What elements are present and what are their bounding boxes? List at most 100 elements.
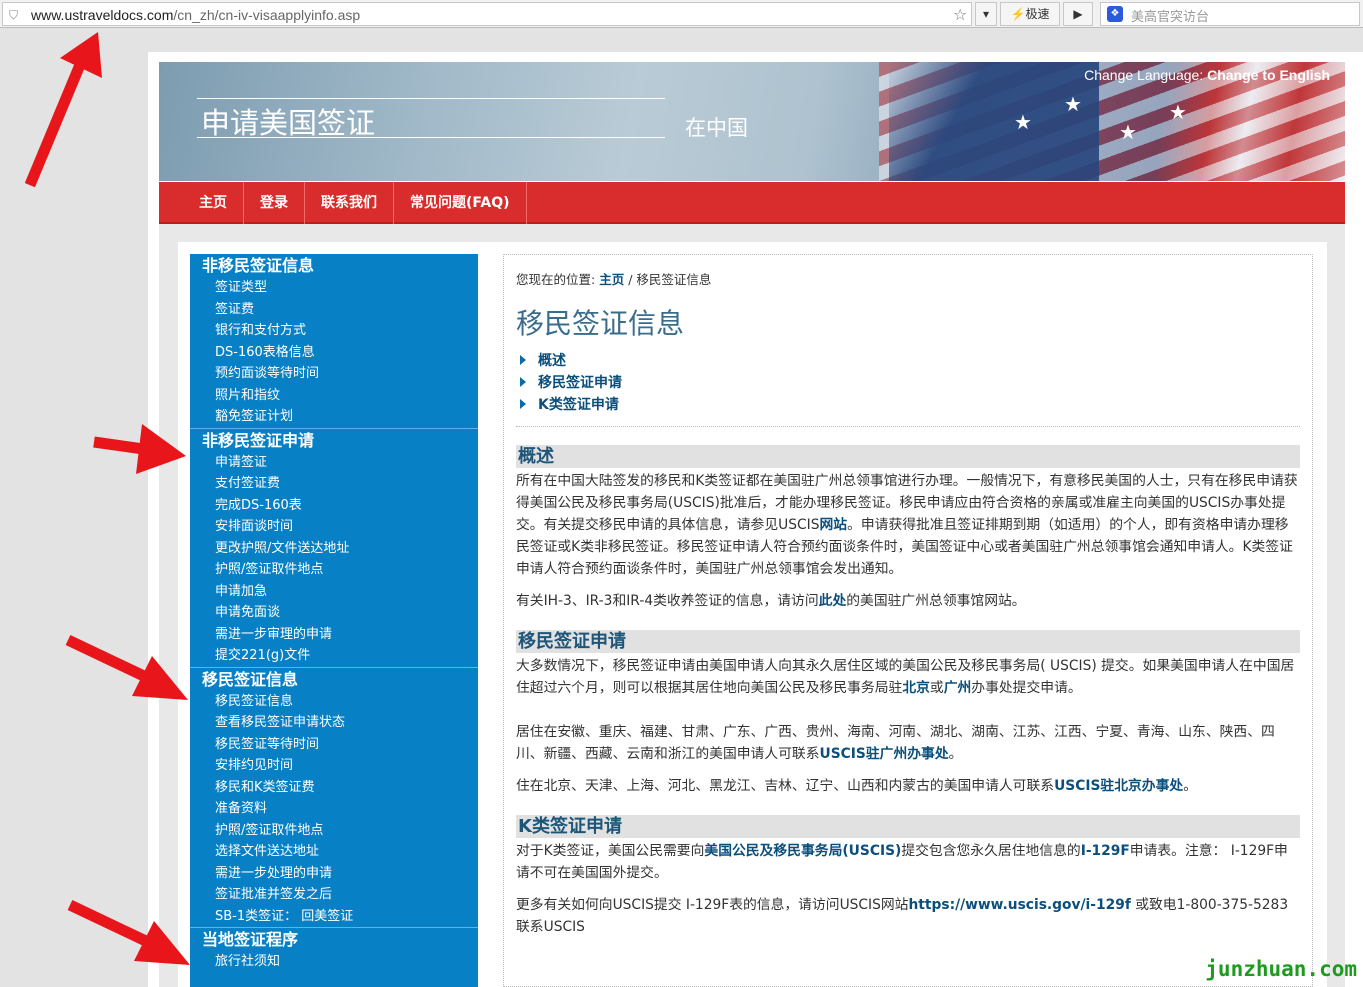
sidebar-item[interactable]: 照片和指纹 (190, 385, 478, 407)
uscis-guangzhou-link[interactable]: USCIS驻广州办事处 (820, 746, 949, 762)
play-icon: ▶ (1073, 7, 1083, 21)
toc-item: 移民签证申请 (516, 372, 1300, 394)
sidebar-item[interactable]: 完成DS-160表 (190, 495, 478, 517)
speed-mode-button[interactable]: ⚡极速 (1000, 2, 1060, 26)
nav-login[interactable]: 登录 (244, 182, 305, 224)
sidebar-item[interactable]: 提交221(g)文件 (190, 645, 478, 667)
uscis-i129f-url-link[interactable]: https://www.uscis.gov/i-129f (908, 897, 1130, 913)
sidebar-heading[interactable]: 当地签证程序 (190, 928, 478, 951)
speed-label: 极速 (1025, 7, 1050, 21)
section-heading-overview: 概述 (516, 445, 1300, 468)
sidebar-item[interactable]: 支付签证费 (190, 473, 478, 495)
sidebar-item[interactable]: 移民签证等待时间 (190, 734, 478, 756)
sidebar-item[interactable]: 签证类型 (190, 277, 478, 299)
lightning-icon: ⚡ (1010, 7, 1026, 21)
nav-contact[interactable]: 联系我们 (305, 182, 394, 224)
toc-link-k-visa[interactable]: K类签证申请 (538, 397, 619, 413)
sidebar-item[interactable]: 选择文件送达地址 (190, 841, 478, 863)
sidebar-heading[interactable]: 非移民签证信息 (190, 254, 478, 277)
language-label: Change Language: (1084, 67, 1204, 83)
sidebar-item[interactable]: 银行和支付方式 (190, 320, 478, 342)
sidebar-section: 当地签证程序 旅行社须知 (190, 928, 478, 973)
text: 的美国驻广州总领事馆网站。 (846, 593, 1026, 609)
toc-item: K类签证申请 (516, 394, 1300, 416)
search-input[interactable]: ❖ 美高官突访台 (1100, 2, 1360, 26)
triangle-right-icon (520, 377, 526, 387)
url-text[interactable]: www.ustraveldocs.com/cn_zh/cn-iv-visaapp… (31, 7, 360, 23)
browser-toolbar: ⛉ www.ustraveldocs.com/cn_zh/cn-iv-visaa… (0, 0, 1363, 28)
toc-link-overview[interactable]: 概述 (538, 353, 566, 369)
change-to-english-link[interactable]: Change to English (1207, 67, 1330, 83)
star-icon: ★ (1169, 100, 1187, 124)
sidebar-item[interactable]: 护照/签证取件地点 (190, 559, 478, 581)
uscis-website-link[interactable]: 网站 (819, 517, 847, 533)
sidebar-item[interactable]: 安排约见时间 (190, 755, 478, 777)
k-visa-paragraph: 对于K类签证，美国公民需要向美国公民及移民事务局(USCIS)提交包含您永久居住… (516, 840, 1300, 884)
sidebar-heading[interactable]: 非移民签证申请 (190, 429, 478, 452)
sidebar-item[interactable]: 申请免面谈 (190, 602, 478, 624)
sidebar-item[interactable]: 申请签证 (190, 452, 478, 474)
sidebar-heading[interactable]: 移民签证信息 (190, 668, 478, 691)
bookmark-star-icon[interactable]: ☆ (953, 5, 967, 24)
breadcrumb: 您现在的位置: 主页 / 移民签证信息 (516, 269, 1300, 288)
beijing-link[interactable]: 北京 (902, 680, 930, 696)
beijing-paragraph: 住在北京、天津、上海、河北、黑龙江、吉林、辽宁、山西和内蒙古的美国申请人可联系U… (516, 775, 1300, 797)
sidebar-item[interactable]: 准备资料 (190, 798, 478, 820)
text: 。 (948, 746, 963, 762)
sidebar-item[interactable]: 申请加急 (190, 581, 478, 603)
sidebar: 非移民签证信息 签证类型 签证费 银行和支付方式 DS-160表格信息 预约面谈… (190, 254, 478, 987)
uscis-link[interactable]: 美国公民及移民事务局(USCIS) (704, 843, 901, 859)
watermark: junzhuan.com (1205, 957, 1357, 981)
star-icon: ★ (1014, 110, 1032, 134)
text: 提交包含您永久居住地信息的 (901, 843, 1081, 859)
sidebar-item[interactable]: 豁免签证计划 (190, 406, 478, 428)
dropdown-button[interactable]: ▾ (975, 2, 997, 26)
guangzhou-link[interactable]: 广州 (944, 680, 972, 696)
header-banner: ★ ★ ★ ★ 申请美国签证 在中国 Change Language: Chan… (159, 62, 1345, 181)
toc-link-iv-application[interactable]: 移民签证申请 (538, 375, 622, 391)
text: 对于K类签证，美国公民需要向 (516, 843, 705, 859)
page: ★ ★ ★ ★ 申请美国签证 在中国 Change Language: Chan… (148, 52, 1363, 987)
site-title: 申请美国签证 (201, 106, 376, 140)
uscis-beijing-link[interactable]: USCIS驻北京办事处 (1054, 778, 1183, 794)
sidebar-item[interactable]: 签证费 (190, 299, 478, 321)
flag-canton (889, 62, 1099, 181)
sidebar-item[interactable]: SB-1类签证： 回美签证 (190, 906, 478, 928)
sidebar-item[interactable]: 护照/签证取件地点 (190, 820, 478, 842)
iv-paragraph: 大多数情况下，移民签证申请由美国申请人向其永久居住区域的美国公民及移民事务局( … (516, 655, 1300, 699)
text: 有关IH-3、IR-3和IR-4类收养签证的信息，请访问 (516, 593, 819, 609)
star-icon: ★ (1064, 92, 1082, 116)
sidebar-item[interactable]: 安排面谈时间 (190, 516, 478, 538)
breadcrumb-prefix: 您现在的位置: (516, 272, 596, 287)
triangle-right-icon (520, 355, 526, 365)
sidebar-item[interactable]: DS-160表格信息 (190, 342, 478, 364)
sidebar-item[interactable]: 移民和K类签证费 (190, 777, 478, 799)
sidebar-item[interactable]: 旅行社须知 (190, 951, 478, 973)
nav-faq[interactable]: 常见问题(FAQ) (394, 182, 527, 224)
sidebar-item[interactable]: 预约面谈等待时间 (190, 363, 478, 385)
address-bar[interactable]: ⛉ www.ustraveldocs.com/cn_zh/cn-iv-visaa… (2, 2, 972, 26)
here-link[interactable]: 此处 (819, 593, 847, 609)
breadcrumb-home-link[interactable]: 主页 (599, 272, 624, 287)
sidebar-item[interactable]: 更改护照/文件送达地址 (190, 538, 478, 560)
content-area: 非移民签证信息 签证类型 签证费 银行和支付方式 DS-160表格信息 预约面谈… (178, 242, 1327, 987)
site-subtitle: 在中国 (685, 116, 748, 140)
page-title: 移民签证信息 (516, 307, 685, 340)
sidebar-item[interactable]: 签证批准并签发之后 (190, 884, 478, 906)
forward-button[interactable]: ▶ (1063, 2, 1093, 26)
text: 或 (929, 680, 944, 696)
sidebar-item[interactable]: 查看移民签证申请状态 (190, 712, 478, 734)
main-content: 您现在的位置: 主页 / 移民签证信息 移民签证信息 概述 移民签证申请 K类签… (503, 254, 1313, 987)
annotation-arrow-icon (67, 900, 190, 965)
sidebar-item[interactable]: 需进一步审理的申请 (190, 624, 478, 646)
text: 住在北京、天津、上海、河北、黑龙江、吉林、辽宁、山西和内蒙古的美国申请人可联系 (516, 778, 1055, 794)
nav-home[interactable]: 主页 (183, 182, 244, 224)
divider (516, 426, 1300, 427)
k-visa-more-paragraph: 更多有关如何向USCIS提交 I-129F表的信息，请访问USCIS网站http… (516, 894, 1300, 938)
i129f-link[interactable]: I-129F (1081, 843, 1130, 859)
title-rule (197, 98, 665, 99)
triangle-right-icon (520, 399, 526, 409)
star-icon: ★ (1119, 120, 1137, 144)
sidebar-item[interactable]: 需进一步处理的申请 (190, 863, 478, 885)
sidebar-item[interactable]: 移民签证信息 (190, 691, 478, 713)
